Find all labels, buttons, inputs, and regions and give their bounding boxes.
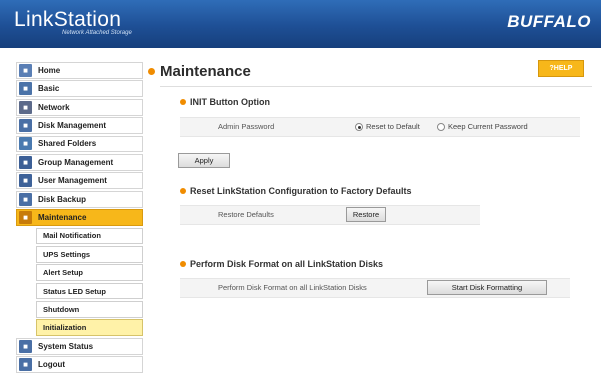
help-button[interactable]: ?HELP [538,60,584,77]
sidebar-item-shutdown[interactable]: Shutdown [36,301,143,318]
section-disk-format: Perform Disk Format on all LinkStation D… [180,259,383,269]
page-title: Maintenance [160,63,251,80]
sidebar-item-user-management[interactable]: ■ User Management [16,172,143,190]
sidebar-item-alert-setup[interactable]: Alert Setup [36,264,143,282]
restore-defaults-label: Restore Defaults [218,210,274,219]
sidebar-item-label: Logout [38,360,66,370]
sidebar-item-label: UPS Settings [43,249,91,259]
sidebar-item-label: Shared Folders [38,139,97,149]
sidebar-item-label: Group Management [38,157,114,167]
sidebar-item-system-status[interactable]: ■ System Status [16,337,143,355]
apply-button[interactable]: Apply [178,153,230,168]
section-reset-config: Reset LinkStation Configuration to Facto… [180,186,412,196]
admin-password-label: Admin Password [218,122,275,131]
bullet-icon [180,261,186,267]
basic-icon: ■ [19,82,32,96]
backup-icon: ■ [19,192,32,206]
section-title: Perform Disk Format on all LinkStation D… [190,259,384,269]
sidebar-item-label: User Management [38,176,107,186]
sidebar-item-label: System Status [38,341,94,351]
sidebar-item-home[interactable]: ■ Home [16,62,143,79]
sidebar-item-ups-settings[interactable]: UPS Settings [36,245,143,263]
radio-selected-icon [355,123,363,132]
sidebar-item-group-management[interactable]: ■ Group Management [16,153,143,171]
sidebar-item-logout[interactable]: ■ Logout [16,356,143,374]
user-icon: ■ [19,174,32,188]
title-bullet-icon [148,68,155,75]
buffalo-logo: BUFFALO [507,12,591,31]
sidebar-item-disk-backup[interactable]: ■ Disk Backup [16,190,143,208]
linkstation-logo: LinkStation [14,8,122,31]
radio-keep-current-password[interactable]: Keep Current Password [437,122,528,132]
sidebar-item-disk-management[interactable]: ■ Disk Management [16,117,143,134]
sidebar-item-shared-folders[interactable]: ■ Shared Folders [16,135,143,153]
sidebar-item-label: Alert Setup [43,268,84,278]
folder-icon: ■ [19,137,32,151]
disk-format-row: Perform Disk Format on all LinkStation D… [180,278,570,298]
sidebar-item-maintenance[interactable]: ■ Maintenance [16,209,143,226]
radio-reset-to-default[interactable]: Reset to Default [355,122,420,132]
title-divider [160,86,592,87]
network-icon: ■ [19,100,32,114]
sidebar-item-label: Mail Notification [43,231,101,241]
wrench-icon: ■ [19,211,32,225]
app-header: LinkStation Network Attached Storage BUF… [0,0,601,48]
sidebar-item-label: Home [38,65,61,75]
disk-icon: ■ [19,119,32,133]
bullet-icon [180,99,186,105]
sidebar-item-initialization[interactable]: Initialization [36,319,143,337]
section-title: Reset LinkStation Configuration to Facto… [190,186,412,196]
sidebar-item-network[interactable]: ■ Network [16,98,143,116]
sidebar-item-label: Disk Management [38,121,107,131]
home-icon: ■ [19,63,32,77]
logout-icon: ■ [19,358,32,372]
sidebar-item-label: Initialization [43,323,87,333]
section-init-button: INIT Button Option [180,97,270,107]
restore-defaults-row: Restore Defaults Restore [180,205,480,225]
bullet-icon [180,188,186,194]
sidebar-item-label: Maintenance [38,213,87,223]
sidebar-item-label: Disk Backup [38,194,87,204]
start-disk-formatting-button[interactable]: Start Disk Formatting [427,280,547,295]
disk-format-label: Perform Disk Format on all LinkStation D… [218,283,367,292]
sidebar-item-status-led-setup[interactable]: Status LED Setup [36,282,143,300]
group-icon: ■ [19,155,32,169]
sidebar-item-mail-notification[interactable]: Mail Notification [36,227,143,245]
radio-unselected-icon [437,123,445,132]
sidebar-item-label: Network [38,102,70,112]
sidebar-item-basic[interactable]: ■ Basic [16,80,143,98]
sidebar-item-label: Shutdown [43,304,80,314]
logo-subtitle: Network Attached Storage [62,30,132,36]
sidebar-nav: ■ Home ■ Basic ■ Network ■ Disk Management ■ Shar… [16,62,143,375]
status-icon: ■ [19,339,32,353]
sidebar-item-label: Basic [38,84,60,94]
admin-password-row: Admin Password Reset to Default Keep Cur… [180,117,580,137]
section-title: INIT Button Option [190,97,270,107]
restore-button[interactable]: Restore [346,207,386,222]
sidebar-item-label: Status LED Setup [43,286,106,296]
